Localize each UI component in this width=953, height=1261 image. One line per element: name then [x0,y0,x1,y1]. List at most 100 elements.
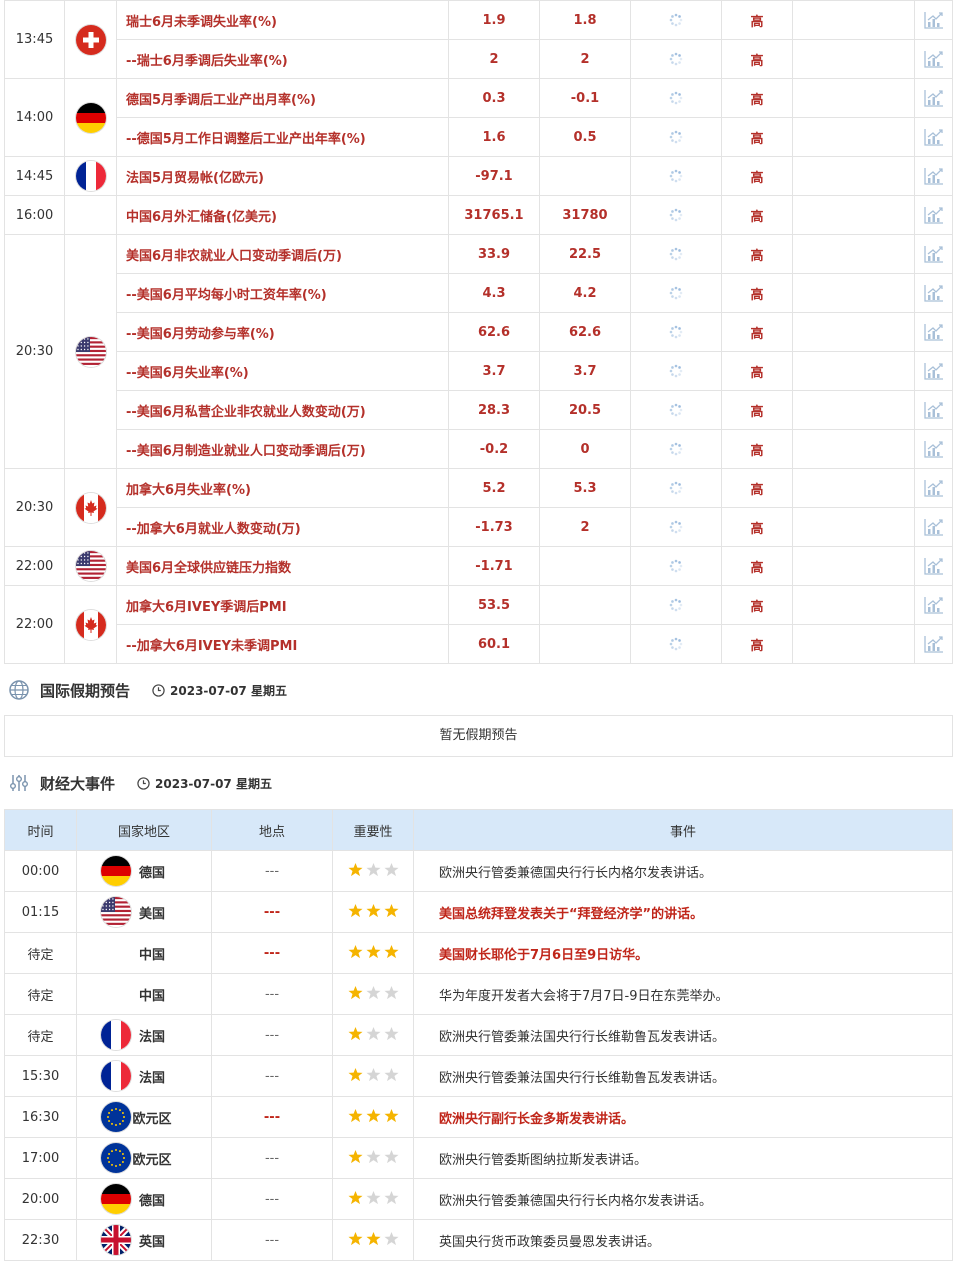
previous-value: 2 [448,39,540,79]
flag-fr-icon [75,161,106,191]
chart-icon[interactable] [923,51,944,68]
chart-cell[interactable] [914,429,953,469]
chart-icon[interactable] [923,363,944,380]
chart-icon[interactable] [923,519,944,536]
chart-cell[interactable] [914,156,953,196]
chart-icon[interactable] [923,168,944,185]
indicator-name[interactable]: 加拿大6月IVEY季调后PMI [116,585,449,625]
indicator-name[interactable]: --德国5月工作日调整后工业产出年率(%) [116,117,449,157]
flag-us-icon [75,336,106,367]
chart-icon[interactable] [923,480,944,497]
chart-icon[interactable] [923,246,944,263]
previous-value: 3.7 [448,351,540,391]
chart-cell[interactable] [914,390,953,430]
event-place: --- [211,973,333,1015]
importance-stars [347,1190,399,1205]
indicator-name[interactable]: --瑞士6月季调后失业率(%) [116,39,449,79]
importance-value: 高 [721,429,793,469]
row-flag-cell [64,546,117,586]
event-time: 22:30 [4,1219,77,1261]
event-country: 法国 [138,1070,165,1086]
star-icon [383,1190,399,1205]
forecast-value: 3.7 [539,351,631,391]
event-time: 17:00 [4,1137,77,1179]
event-importance [332,932,414,974]
star-icon [347,1149,363,1164]
indicator-name[interactable]: --美国6月制造业就业人口变动季调后(万) [116,429,449,469]
chart-cell[interactable] [914,78,953,118]
chart-icon[interactable] [923,285,944,302]
event-description: 华为年度开发者大会将于7月7日-9日在东莞举办。 [413,973,953,1015]
chart-icon[interactable] [923,597,944,614]
indicator-name[interactable]: 美国6月全球供应链压力指数 [116,546,449,586]
chart-icon[interactable] [923,636,944,653]
star-icon [365,862,381,877]
empty-cell [792,468,915,508]
indicator-name[interactable]: 法国5月贸易帐(亿欧元) [116,156,449,196]
events-table: 时间 国家地区 地点 重要性 事件 00:00 德国 --- 欧洲央行管委兼德国央行行… [4,809,953,1261]
flag-fr-icon [101,1020,131,1050]
previous-value: 1.9 [448,0,540,40]
chart-icon[interactable] [923,441,944,458]
chart-cell[interactable] [914,273,953,313]
event-description: 英国央行货币政策委员曼恩发表讲话。 [413,1219,953,1261]
row-flag-cell [64,468,117,547]
chart-icon[interactable] [923,90,944,107]
chart-cell[interactable] [914,546,953,586]
chart-cell[interactable] [914,507,953,547]
chart-cell[interactable] [914,117,953,157]
indicator-name[interactable]: --美国6月平均每小时工资年率(%) [116,273,449,313]
event-place: --- [211,1014,333,1056]
chart-icon[interactable] [923,12,944,29]
event-country-cell: 德国 [76,850,212,892]
chart-cell[interactable] [914,468,953,508]
chart-icon[interactable] [923,402,944,419]
star-icon [365,1231,381,1246]
indicator-name[interactable]: --美国6月失业率(%) [116,351,449,391]
chart-cell[interactable] [914,624,953,664]
flag-de-icon [101,1184,131,1214]
chart-cell[interactable] [914,312,953,352]
previous-value: 60.1 [448,624,540,664]
indicator-name[interactable]: 中国6月外汇储备(亿美元) [116,195,449,235]
actual-value-cell [630,429,722,469]
chart-cell[interactable] [914,0,953,40]
actual-value-cell [630,390,722,430]
chart-cell[interactable] [914,195,953,235]
flag-de-icon [75,102,106,133]
importance-value: 高 [721,39,793,79]
indicator-name[interactable]: 瑞士6月未季调失业率(%) [116,0,449,40]
chart-icon[interactable] [923,207,944,224]
actual-value-cell [630,39,722,79]
chart-cell[interactable] [914,234,953,274]
chart-icon[interactable] [923,558,944,575]
loading-spinner-icon [669,208,683,223]
previous-value: 31765.1 [448,195,540,235]
star-icon [383,944,399,959]
row-time: 14:45 [4,156,65,196]
indicator-name[interactable]: --美国6月私营企业非农就业人数变动(万) [116,390,449,430]
importance-stars [347,1067,399,1082]
indicator-name[interactable]: 美国6月非农就业人口变动季调后(万) [116,234,449,274]
event-description: 美国总统拜登发表关于“拜登经济学”的讲话。 [413,891,953,933]
star-icon [383,1067,399,1082]
row-time: 14:00 [4,78,65,157]
forecast-value: 22.5 [539,234,631,274]
header-country: 国家地区 [76,809,212,851]
empty-cell [792,351,915,391]
indicator-name[interactable]: --加拿大6月IVEY未季调PMI [116,624,449,664]
events-title: 财经大事件 [40,774,116,793]
chart-cell[interactable] [914,351,953,391]
chart-cell[interactable] [914,39,953,79]
actual-value-cell [630,78,722,118]
chart-icon[interactable] [923,324,944,341]
event-row: 待定 中国 --- 华为年度开发者大会将于7月7日-9日在东莞举办。 [4,973,953,1015]
chart-icon[interactable] [923,129,944,146]
indicator-name[interactable]: 加拿大6月失业率(%) [116,468,449,508]
previous-value: 53.5 [448,585,540,625]
chart-cell[interactable] [914,585,953,625]
indicator-name[interactable]: --美国6月劳动参与率(%) [116,312,449,352]
indicator-name[interactable]: --加拿大6月就业人数变动(万) [116,507,449,547]
indicator-name[interactable]: 德国5月季调后工业产出月率(%) [116,78,449,118]
importance-value: 高 [721,351,793,391]
